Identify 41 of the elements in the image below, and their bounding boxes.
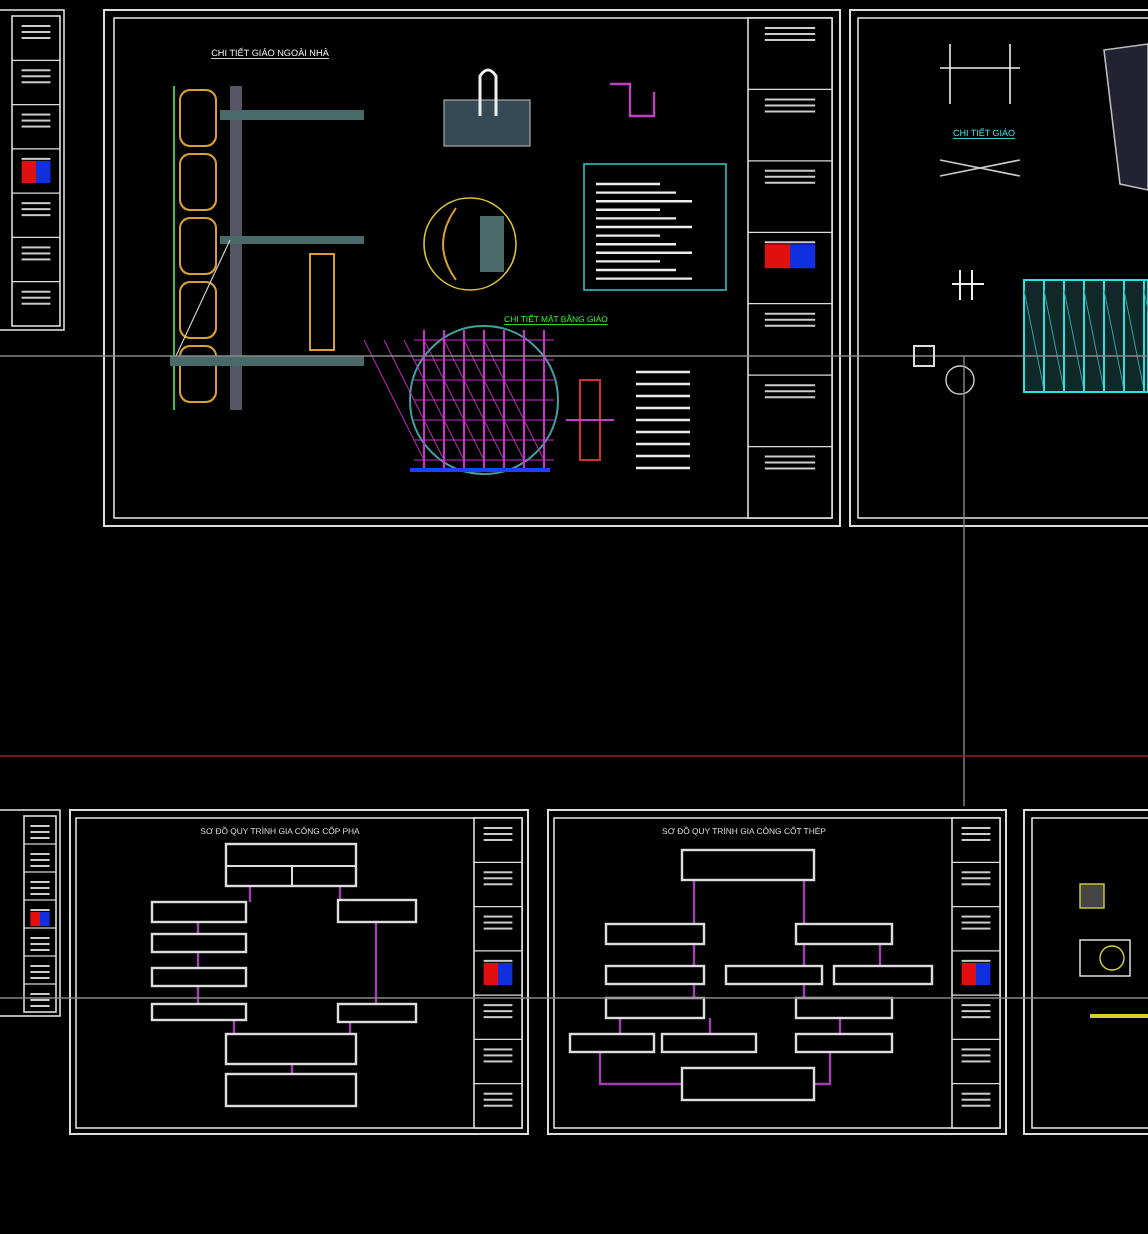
flow-box [150,1002,248,1022]
flow-box [794,996,894,1020]
logo-icon [961,962,991,985]
logo-icon [764,244,816,269]
flow-box [224,842,358,888]
logo-icon [30,912,50,926]
logo-icon [21,160,51,183]
connector-line [598,1052,682,1086]
flow-box [604,996,706,1020]
flow-box [150,932,248,954]
legend-panel [583,163,727,291]
flow-box [794,1032,894,1054]
flow-box [680,848,816,882]
frame-drawing [939,43,1021,105]
flow-box [336,1002,418,1024]
flow-box [150,900,248,924]
flow-box [604,964,706,986]
flow-box [604,922,706,946]
clamp-drawing [951,269,985,301]
flow-box [224,1072,358,1108]
flow-box [660,1032,758,1054]
connector-line [878,944,882,966]
anchor-detail-drawing [443,68,531,147]
legend-list [636,370,690,470]
logo-icon [483,962,513,985]
column-detail-drawing [565,379,615,461]
flow-box [794,922,894,946]
connector-line [374,922,378,1004]
flow-box [680,1066,816,1102]
flow-box [224,1032,358,1066]
connection-detail-drawing [1079,883,1148,1018]
flow-box [832,964,934,986]
scaffold-elevation-drawing [1023,279,1148,393]
rebar-detail-drawing [610,82,656,118]
flow-box [724,964,824,986]
connector-line [814,1052,832,1086]
flow-box [336,898,418,924]
detail-circle-drawing [423,197,517,291]
flow-box [568,1032,656,1054]
cross-brace-drawing [939,159,1021,177]
flow-box [150,966,248,988]
